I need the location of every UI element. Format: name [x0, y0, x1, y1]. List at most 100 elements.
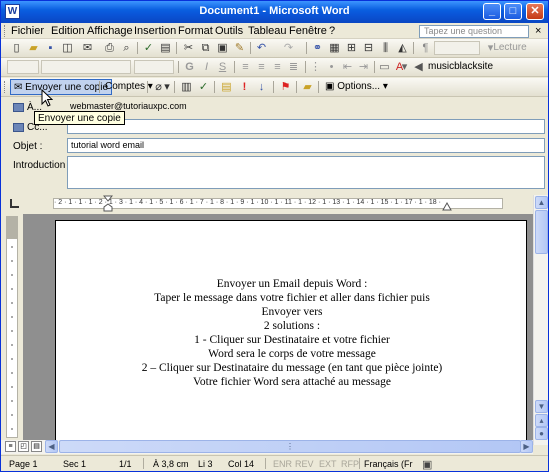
vertical-scrollbar[interactable]: ▲ ▼ ▴ ● [533, 195, 548, 445]
font-color-dropdown-icon[interactable]: ▾ [400, 60, 409, 74]
increase-indent-icon[interactable]: ⇥ [356, 60, 371, 74]
menu-format[interactable]: Format [178, 25, 213, 37]
print-icon[interactable]: ⎙ [102, 41, 117, 55]
open-folder-icon[interactable]: ▰ [26, 41, 41, 55]
title-bar[interactable]: W Document1 - Microsoft Word _ □ ✕ [1, 1, 548, 23]
document-line[interactable]: 1 - Cliquer sur Destinataire et votre fi… [56, 333, 528, 347]
toolbar-grip[interactable] [4, 81, 7, 93]
menu-fichier[interactable]: Fichier [11, 25, 44, 37]
vertical-ruler[interactable] [6, 216, 18, 438]
paste-icon[interactable]: ▣ [215, 41, 230, 55]
high-importance-icon[interactable]: ! [237, 80, 252, 94]
hyperlink-icon[interactable]: ⚭ [310, 41, 325, 55]
scroll-left-icon[interactable]: ◀ [45, 440, 58, 453]
minimize-button[interactable]: _ [483, 3, 501, 20]
align-center-icon[interactable]: ≡ [254, 60, 269, 74]
browse-object-icon[interactable]: ● [535, 427, 548, 440]
spelling-status-icon[interactable]: ▣ [422, 458, 432, 471]
undo-icon[interactable]: ↶ [254, 41, 269, 55]
menubar-grip[interactable] [4, 25, 7, 37]
address-book-icon[interactable]: ▥ [179, 80, 194, 94]
bold-icon[interactable]: G [182, 60, 197, 74]
ruler-scale[interactable]: · 2 · 1 · 1 · 1 · 2 · 1 · 3 · 1 · 4 · 1 … [53, 198, 503, 209]
attach-dropdown-icon[interactable]: ▾ [163, 80, 171, 94]
introduction-field[interactable] [67, 156, 545, 189]
status-language[interactable]: Français (Fr [364, 459, 413, 469]
check-names-icon[interactable]: ✓ [196, 80, 211, 94]
new-document-icon[interactable]: ▯ [9, 41, 24, 55]
font-select[interactable] [41, 60, 131, 74]
border-icon[interactable]: ▭ [377, 60, 392, 74]
maximize-button[interactable]: □ [504, 3, 522, 20]
menu-outils[interactable]: Outils [215, 25, 243, 37]
send-copy-button[interactable]: ✉ Envoyer une copie [10, 79, 113, 95]
normal-view-icon[interactable]: ≡ [5, 441, 16, 452]
horizontal-scrollbar[interactable]: ≡ ◰ ▤ ◀ ⋮ ▶ [1, 440, 533, 454]
scroll-thumb[interactable] [535, 210, 548, 254]
status-enr[interactable]: ENR [273, 459, 292, 469]
justify-icon[interactable]: ≣ [286, 60, 301, 74]
scroll-down-icon[interactable]: ▼ [535, 400, 548, 413]
low-importance-icon[interactable]: ↓ [254, 80, 269, 94]
web-view-icon[interactable]: ◰ [18, 441, 29, 452]
tables-borders-icon[interactable]: ▦ [327, 41, 342, 55]
document-line[interactable]: 2 – Cliquer sur Destinataire du message … [56, 361, 528, 375]
print-view-icon[interactable]: ▤ [31, 441, 42, 452]
align-left-icon[interactable]: ≡ [238, 60, 253, 74]
spelling-icon[interactable]: ✓ [141, 41, 156, 55]
indent-marker-icon[interactable] [103, 195, 113, 212]
scroll-up-icon[interactable]: ▲ [535, 196, 548, 209]
speaker-icon[interactable]: ◀ [411, 60, 426, 74]
style-select[interactable] [7, 60, 39, 74]
font-size-select[interactable] [134, 60, 174, 74]
menu-edition[interactable]: Edition [51, 25, 85, 37]
document-line[interactable]: Votre fichier Word sera attaché au messa… [56, 375, 528, 389]
numbering-icon[interactable]: ⋮ [308, 60, 323, 74]
print-preview-icon[interactable]: ⌕ [119, 41, 134, 55]
permission-icon[interactable]: ◫ [60, 41, 75, 55]
previous-page-icon[interactable]: ▴ [535, 414, 548, 427]
status-rev[interactable]: REV [295, 459, 314, 469]
document-area[interactable]: Envoyer un Email depuis Word : Taper le … [23, 214, 533, 440]
document-line[interactable]: Word sera le corps de votre message [56, 347, 528, 361]
copy-icon[interactable]: ⧉ [198, 41, 213, 55]
status-rfp[interactable]: RFP [341, 459, 359, 469]
read-button[interactable]: Lecture [488, 41, 532, 55]
format-painter-icon[interactable]: ✎ [232, 41, 247, 55]
to-field[interactable]: webmaster@tutoriauxpc.com [67, 100, 545, 115]
document-line[interactable]: Taper le message dans votre fichier et a… [56, 291, 528, 305]
menu-fenetre[interactable]: Fenêtre [289, 25, 327, 37]
menu-affichage[interactable]: Affichage [87, 25, 133, 37]
options-button[interactable]: ▣ Options... ▾ [322, 79, 391, 95]
insert-table-icon[interactable]: ⊞ [344, 41, 359, 55]
menu-tableau[interactable]: Tableau [248, 25, 287, 37]
close-document-icon[interactable]: × [535, 25, 541, 37]
music-site-label[interactable]: musicblacksite [428, 61, 493, 72]
email-icon[interactable]: ✉ [80, 41, 95, 55]
subject-field[interactable]: tutorial word email [67, 138, 545, 153]
document-line[interactable]: 2 solutions : [56, 319, 528, 333]
menu-help[interactable]: ? [329, 25, 335, 37]
close-window-button[interactable]: ✕ [526, 3, 544, 20]
horizontal-scroll-thumb[interactable]: ⋮ [59, 440, 521, 453]
excel-sheet-icon[interactable]: ⊟ [361, 41, 376, 55]
folder-icon[interactable]: ▰ [300, 80, 315, 94]
decrease-indent-icon[interactable]: ⇤ [340, 60, 355, 74]
document-line[interactable]: Envoyer un Email depuis Word : [56, 277, 528, 291]
drawing-icon[interactable]: ◭ [395, 41, 410, 55]
tab-selector-icon[interactable] [10, 199, 19, 208]
underline-icon[interactable]: S [215, 60, 230, 74]
columns-icon[interactable]: ⫼ [378, 41, 393, 55]
align-right-icon[interactable]: ≡ [270, 60, 285, 74]
document-line[interactable]: Envoyer vers [56, 305, 528, 319]
status-ext[interactable]: EXT [319, 459, 337, 469]
research-icon[interactable]: ▤ [158, 41, 173, 55]
flag-icon[interactable]: ⚑ [278, 80, 293, 94]
insert-file-icon[interactable]: ▤ [219, 80, 234, 94]
bullets-icon[interactable]: • [324, 60, 339, 74]
save-icon[interactable]: ▪ [43, 41, 58, 55]
cc-field[interactable] [67, 119, 545, 134]
ask-question-input[interactable]: Tapez une question [419, 25, 529, 38]
cut-icon[interactable]: ✂ [181, 41, 196, 55]
zoom-select[interactable] [434, 41, 480, 55]
